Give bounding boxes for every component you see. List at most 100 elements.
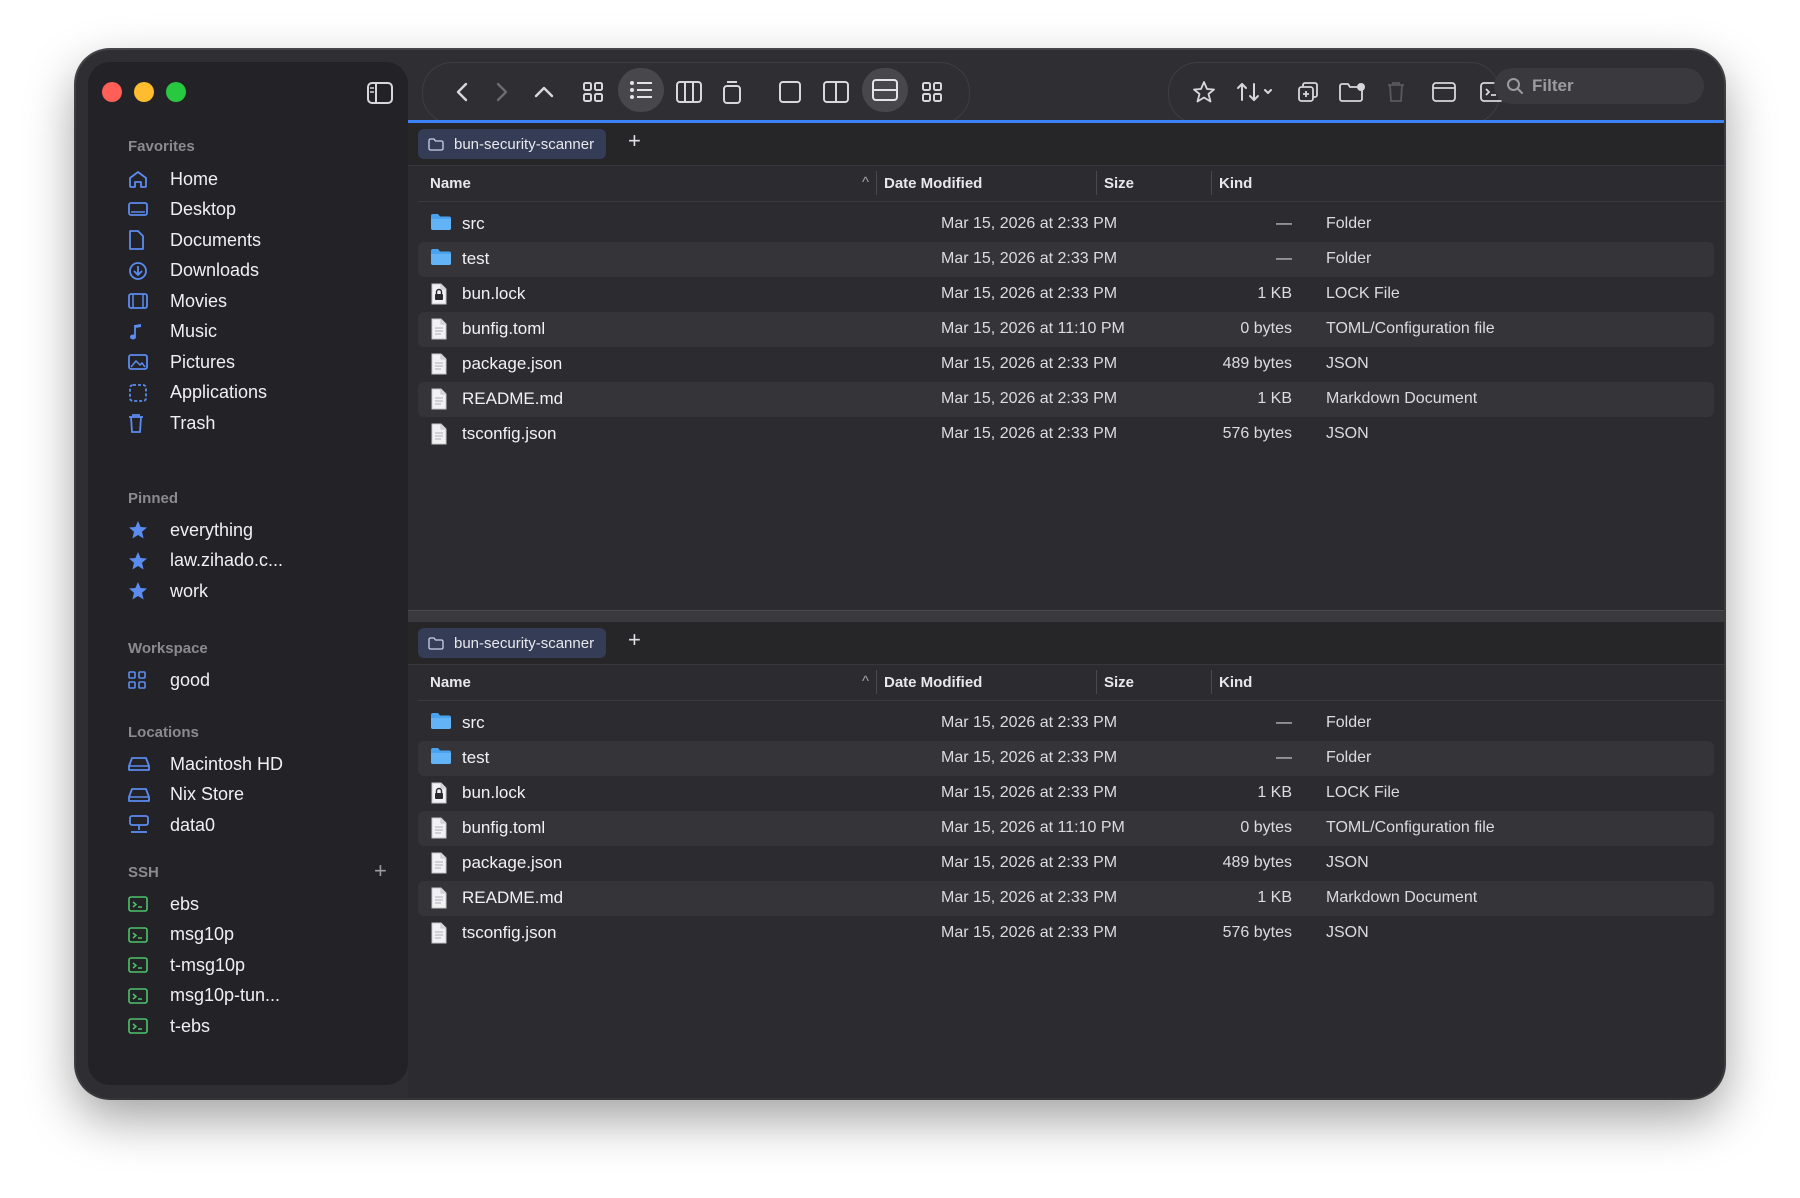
minimize-window-button[interactable] [134, 82, 154, 102]
tab-label: bun-security-scanner [454, 634, 595, 652]
file-icon [430, 922, 448, 949]
sidebar-item-everything[interactable]: everything [128, 514, 398, 546]
new-tab-icon[interactable]: + [628, 627, 641, 653]
ssh-section-title: SSH [128, 864, 159, 881]
sidebar-item-movies[interactable]: Movies [128, 285, 398, 317]
sidebar-item-law-zihado-c[interactable]: law.zihado.c... [128, 545, 398, 577]
file-row[interactable]: src Mar 15, 2026 at 2:33 PM — Folder [418, 706, 1714, 741]
sidebar-item-data0[interactable]: data0 [128, 809, 398, 841]
sidebar-item-documents[interactable]: Documents [128, 224, 398, 256]
drive-icon [128, 756, 156, 772]
sidebar-item-applications[interactable]: Applications [128, 377, 398, 409]
file-name: bunfig.toml [462, 319, 546, 338]
download-icon [128, 261, 156, 281]
column-view-icon[interactable] [666, 62, 712, 122]
sidebar-toggle-icon[interactable] [366, 79, 394, 107]
file-row[interactable]: bunfig.toml Mar 15, 2026 at 11:10 PM 0 byt… [418, 312, 1714, 347]
sidebar-item-desktop[interactable]: Desktop [128, 194, 398, 226]
terminal-icon [128, 987, 156, 1004]
date-column-header[interactable]: Date Modified [884, 674, 982, 691]
star-icon [128, 581, 156, 601]
tab-bun-security-scanner[interactable]: bun-security-scanner [418, 129, 607, 159]
sidebar-item-nix-store[interactable]: Nix Store [128, 779, 398, 811]
forward-icon[interactable] [484, 62, 520, 122]
file-name: tsconfig.json [462, 923, 557, 942]
window-icon[interactable] [1424, 62, 1464, 122]
zoom-window-button[interactable] [166, 82, 186, 102]
top-file-pane: bun-security-scanner + Name ^ Date Modif… [408, 120, 1724, 613]
sidebar-item-trash[interactable]: Trash [128, 407, 398, 439]
sidebar-item-ebs[interactable]: ebs [128, 888, 398, 920]
date-modified: Mar 15, 2026 at 2:33 PM [941, 714, 1118, 731]
grid-icon [128, 671, 156, 689]
file-kind: TOML/Configuration file [1326, 320, 1495, 337]
single-pane-icon[interactable] [768, 62, 812, 122]
delete-icon[interactable] [1378, 62, 1414, 122]
file-row[interactable]: src Mar 15, 2026 at 2:33 PM — Folder [418, 207, 1714, 242]
sidebar-item-pictures[interactable]: Pictures [128, 346, 398, 378]
back-icon[interactable] [444, 62, 480, 122]
grid-layout-icon[interactable] [910, 62, 954, 122]
star-icon[interactable] [1184, 62, 1224, 122]
file-size: 0 bytes [1240, 320, 1292, 337]
gallery-view-icon[interactable] [712, 62, 752, 122]
sidebar-item-home[interactable]: Home [128, 163, 398, 195]
icon-view-icon[interactable] [570, 62, 616, 122]
file-row[interactable]: bunfig.toml Mar 15, 2026 at 11:10 PM 0 byt… [418, 811, 1714, 846]
locations-section-title: Locations [128, 724, 199, 741]
sidebar-item-msg10p[interactable]: msg10p [128, 919, 398, 951]
file-size: — [1276, 250, 1292, 267]
file-icon [430, 318, 448, 345]
file-row[interactable]: tsconfig.json Mar 15, 2026 at 2:33 PM 576 … [418, 417, 1714, 452]
sidebar-item-msg10p-tun[interactable]: msg10p-tun... [128, 980, 398, 1012]
sidebar-item-good[interactable]: good [128, 664, 398, 696]
tab-bun-security-scanner[interactable]: bun-security-scanner [418, 628, 607, 658]
file-name: bun.lock [462, 284, 526, 303]
enclosing-folder-icon[interactable] [526, 62, 562, 122]
file-row[interactable]: bun.lock Mar 15, 2026 at 2:33 PM 1 KB LOCK … [418, 776, 1714, 811]
sidebar-item-t-ebs[interactable]: t-ebs [128, 1010, 398, 1042]
file-kind: Markdown Document [1326, 889, 1478, 906]
file-row[interactable]: tsconfig.json Mar 15, 2026 at 2:33 PM 576 … [418, 916, 1714, 951]
duplicate-icon[interactable] [1288, 62, 1328, 122]
file-row[interactable]: README.md Mar 15, 2026 at 2:33 PM 1 KB Mark… [418, 881, 1714, 916]
new-tab-icon[interactable]: + [628, 128, 641, 154]
file-icon [430, 388, 448, 415]
file-row[interactable]: test Mar 15, 2026 at 2:33 PM — Folder [418, 741, 1714, 776]
new-folder-icon[interactable] [1332, 62, 1372, 122]
sidebar-item-label: Downloads [170, 260, 260, 280]
sidebar-item-music[interactable]: Music [128, 316, 398, 348]
name-column-header[interactable]: Name [430, 175, 471, 192]
file-name: test [462, 249, 490, 268]
sort-menu-icon[interactable] [1228, 62, 1282, 122]
split-horizontal-icon[interactable] [862, 68, 908, 112]
sidebar-item-label: Movies [170, 290, 228, 311]
file-row[interactable]: README.md Mar 15, 2026 at 2:33 PM 1 KB Mark… [418, 382, 1714, 417]
kind-column-header[interactable]: Kind [1219, 175, 1252, 192]
sidebar-item-macintosh-hd[interactable]: Macintosh HD [128, 748, 398, 780]
file-row[interactable]: test Mar 15, 2026 at 2:33 PM — Folder [418, 242, 1714, 277]
file-row[interactable]: package.json Mar 15, 2026 at 2:33 PM 489 b… [418, 347, 1714, 382]
split-vertical-icon[interactable] [814, 62, 858, 122]
file-kind: JSON [1326, 355, 1369, 372]
file-row[interactable]: bun.lock Mar 15, 2026 at 2:33 PM 1 KB LOCK … [418, 277, 1714, 312]
lock-file-icon [430, 782, 448, 809]
sidebar-item-t-msg10p[interactable]: t-msg10p [128, 949, 398, 981]
sort-ascending-icon[interactable]: ^ [862, 673, 869, 690]
name-column-header[interactable]: Name [430, 674, 471, 691]
file-row[interactable]: package.json Mar 15, 2026 at 2:33 PM 489 b… [418, 846, 1714, 881]
file-kind: LOCK File [1326, 784, 1400, 801]
folder-icon [430, 712, 452, 735]
size-column-header[interactable]: Size [1104, 175, 1134, 192]
sidebar-item-work[interactable]: work [128, 575, 398, 607]
list-view-icon[interactable] [618, 68, 664, 112]
sort-ascending-icon[interactable]: ^ [862, 174, 869, 191]
kind-column-header[interactable]: Kind [1219, 674, 1252, 691]
close-window-button[interactable] [102, 82, 122, 102]
folder-icon [430, 747, 452, 770]
filter-field[interactable]: Filter [1494, 68, 1704, 104]
sidebar-item-downloads[interactable]: Downloads [128, 255, 398, 287]
size-column-header[interactable]: Size [1104, 674, 1134, 691]
date-column-header[interactable]: Date Modified [884, 175, 982, 192]
add-ssh-icon[interactable]: + [374, 858, 387, 884]
